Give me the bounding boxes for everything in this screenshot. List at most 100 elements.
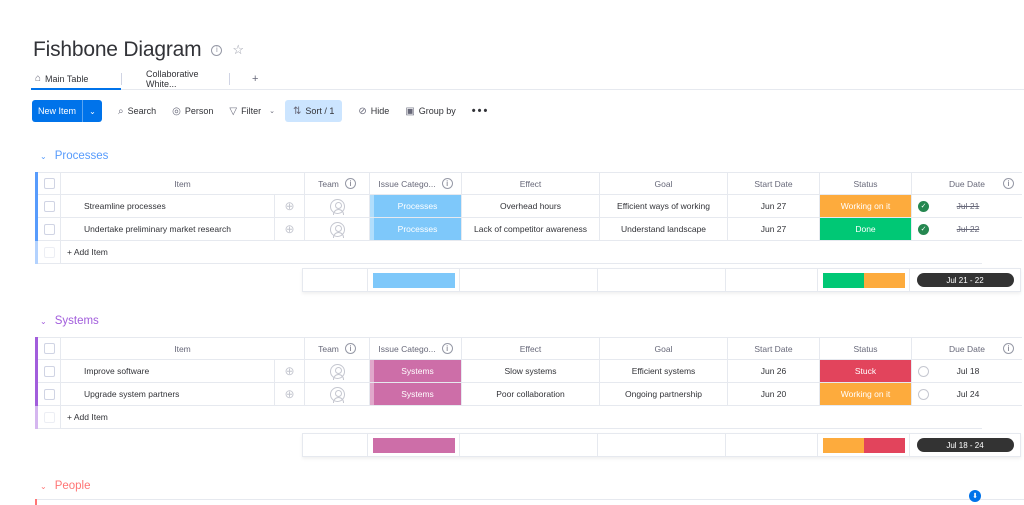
group-name[interactable]: Processes [55,150,109,162]
info-icon[interactable]: i [1003,343,1014,354]
issue-category-cell[interactable]: Processes [370,218,462,241]
status-cell[interactable]: Stuck [820,360,912,383]
add-item-row[interactable]: + Add Item [35,406,982,429]
goal-cell[interactable]: Efficient systems [600,360,728,383]
more-options-button[interactable]: ••• [472,100,490,122]
team-cell[interactable] [305,195,370,218]
column-header-issue-category[interactable]: Issue Catego... i [370,337,462,360]
add-view-button[interactable]: + [242,68,262,89]
item-name[interactable]: Streamline processes [61,195,275,218]
status-cell[interactable]: Working on it [820,383,912,406]
checkbox[interactable] [43,178,55,189]
column-header-effect[interactable]: Effect [462,172,600,195]
add-update-icon[interactable]: ⊕ [275,360,305,383]
info-icon[interactable]: i [211,44,223,56]
checkbox[interactable] [43,388,55,400]
checkbox[interactable] [43,223,55,235]
search-button[interactable]: ⌕ Search [118,100,156,122]
summary-status[interactable] [818,269,910,291]
checkbox[interactable] [43,343,55,354]
filter-button[interactable]: ▽ Filter ⌄ [229,100,275,122]
sort-indicator-icon[interactable]: ⬇ [969,490,981,502]
summary-category[interactable] [368,269,460,291]
info-icon[interactable]: i [441,343,453,354]
column-header-status[interactable]: Status [820,337,912,360]
due-date-cell[interactable]: ✓ Jul 22 [912,218,1022,241]
start-date-cell[interactable]: Jun 27 [728,195,820,218]
row-checkbox[interactable] [38,195,61,218]
column-header-issue-category[interactable]: Issue Catego... i [370,172,462,195]
chevron-down-icon[interactable]: ⌄ [40,482,47,491]
group-name[interactable]: Systems [55,315,99,327]
select-all-checkbox[interactable] [38,172,61,195]
item-name[interactable]: Improve software [61,360,275,383]
due-date-cell[interactable]: ✓ Jul 21 [912,195,1022,218]
add-update-icon[interactable]: ⊕ [275,218,305,241]
status-cell[interactable]: Done [820,218,912,241]
person-filter-button[interactable]: ◎ Person [172,100,213,122]
empty-circle-icon[interactable] [918,365,929,377]
table-row[interactable]: Undertake preliminary market research ⊕ Pr… [35,218,1022,241]
group-title[interactable]: ⌄ People [40,480,91,492]
item-name[interactable]: Upgrade system partners [61,383,275,406]
chevron-down-icon[interactable]: ⌄ [82,100,102,122]
column-header-item[interactable]: Item [61,172,305,195]
tab-main-table[interactable]: ⌂ Main Table [31,68,121,90]
column-header-goal[interactable]: Goal [600,337,728,360]
info-icon[interactable]: i [1003,178,1014,189]
column-header-item[interactable]: Item [61,337,305,360]
column-header-status[interactable]: Status [820,172,912,195]
column-header-team[interactable]: Team i [305,172,370,195]
column-header-goal[interactable]: Goal [600,172,728,195]
group-title[interactable]: ⌄ Systems [40,315,99,327]
add-item-row[interactable]: + Add Item [35,241,982,264]
checkbox[interactable] [43,200,55,212]
chevron-down-icon[interactable]: ⌄ [40,317,47,326]
due-date-cell[interactable]: Jul 18 [912,360,1022,383]
item-name[interactable]: Undertake preliminary market research [61,218,275,241]
sort-indicator-icon[interactable]: ⬇ [961,337,973,338]
empty-circle-icon[interactable] [918,388,929,400]
table-row[interactable]: Upgrade system partners ⊕ Systems Poor coll… [35,383,1022,406]
summary-category[interactable] [368,434,460,456]
start-date-cell[interactable]: Jun 26 [728,360,820,383]
goal-cell[interactable]: Efficient ways of working [600,195,728,218]
summary-status[interactable] [818,434,910,456]
effect-cell[interactable]: Poor collaboration [462,383,600,406]
effect-cell[interactable]: Lack of competitor awareness [462,218,600,241]
check-circle-icon[interactable]: ✓ [918,200,929,212]
group-name[interactable]: People [55,480,91,492]
add-item-input[interactable]: + Add Item [61,241,982,264]
sort-button[interactable]: ⇅ Sort / 1 [285,100,343,122]
effect-cell[interactable]: Slow systems [462,360,600,383]
column-header-due-date[interactable]: Due Date i ⬇ [912,172,1022,195]
start-date-cell[interactable]: Jun 20 [728,383,820,406]
effect-cell[interactable]: Overhead hours [462,195,600,218]
issue-category-cell[interactable]: Processes [370,195,462,218]
select-all-checkbox[interactable] [38,337,61,360]
column-header-effect[interactable]: Effect [462,337,600,360]
team-cell[interactable] [305,218,370,241]
add-update-icon[interactable]: ⊕ [275,383,305,406]
row-checkbox[interactable] [38,360,61,383]
table-row[interactable]: Streamline processes ⊕ Processes Overhead h… [35,195,1022,218]
column-header-due-date[interactable]: Due Date i ⬇ [912,337,1022,360]
sort-indicator-icon[interactable]: ⬇ [961,172,973,173]
hide-button[interactable]: ⊘ Hide [358,100,389,122]
column-header-team[interactable]: Team i [305,337,370,360]
issue-category-cell[interactable]: Systems [370,360,462,383]
tab-collaborative-whiteboard[interactable]: Collaborative White... [134,68,229,89]
group-title[interactable]: ⌄ Processes [40,150,108,162]
info-icon[interactable]: i [441,178,453,189]
due-date-cell[interactable]: Jul 24 [912,383,1022,406]
status-cell[interactable]: Working on it [820,195,912,218]
group-by-button[interactable]: ▣ Group by [405,100,455,122]
add-update-icon[interactable]: ⊕ [275,195,305,218]
new-item-button[interactable]: New Item ⌄ [32,100,103,122]
summary-due[interactable]: Jul 21 - 22 [910,269,1020,291]
goal-cell[interactable]: Ongoing partnership [600,383,728,406]
checkbox[interactable] [43,365,55,377]
table-row[interactable]: Improve software ⊕ Systems Slow systems Effi… [35,360,1022,383]
add-item-input[interactable]: + Add Item [61,406,982,429]
chevron-down-icon[interactable]: ⌄ [40,152,47,161]
